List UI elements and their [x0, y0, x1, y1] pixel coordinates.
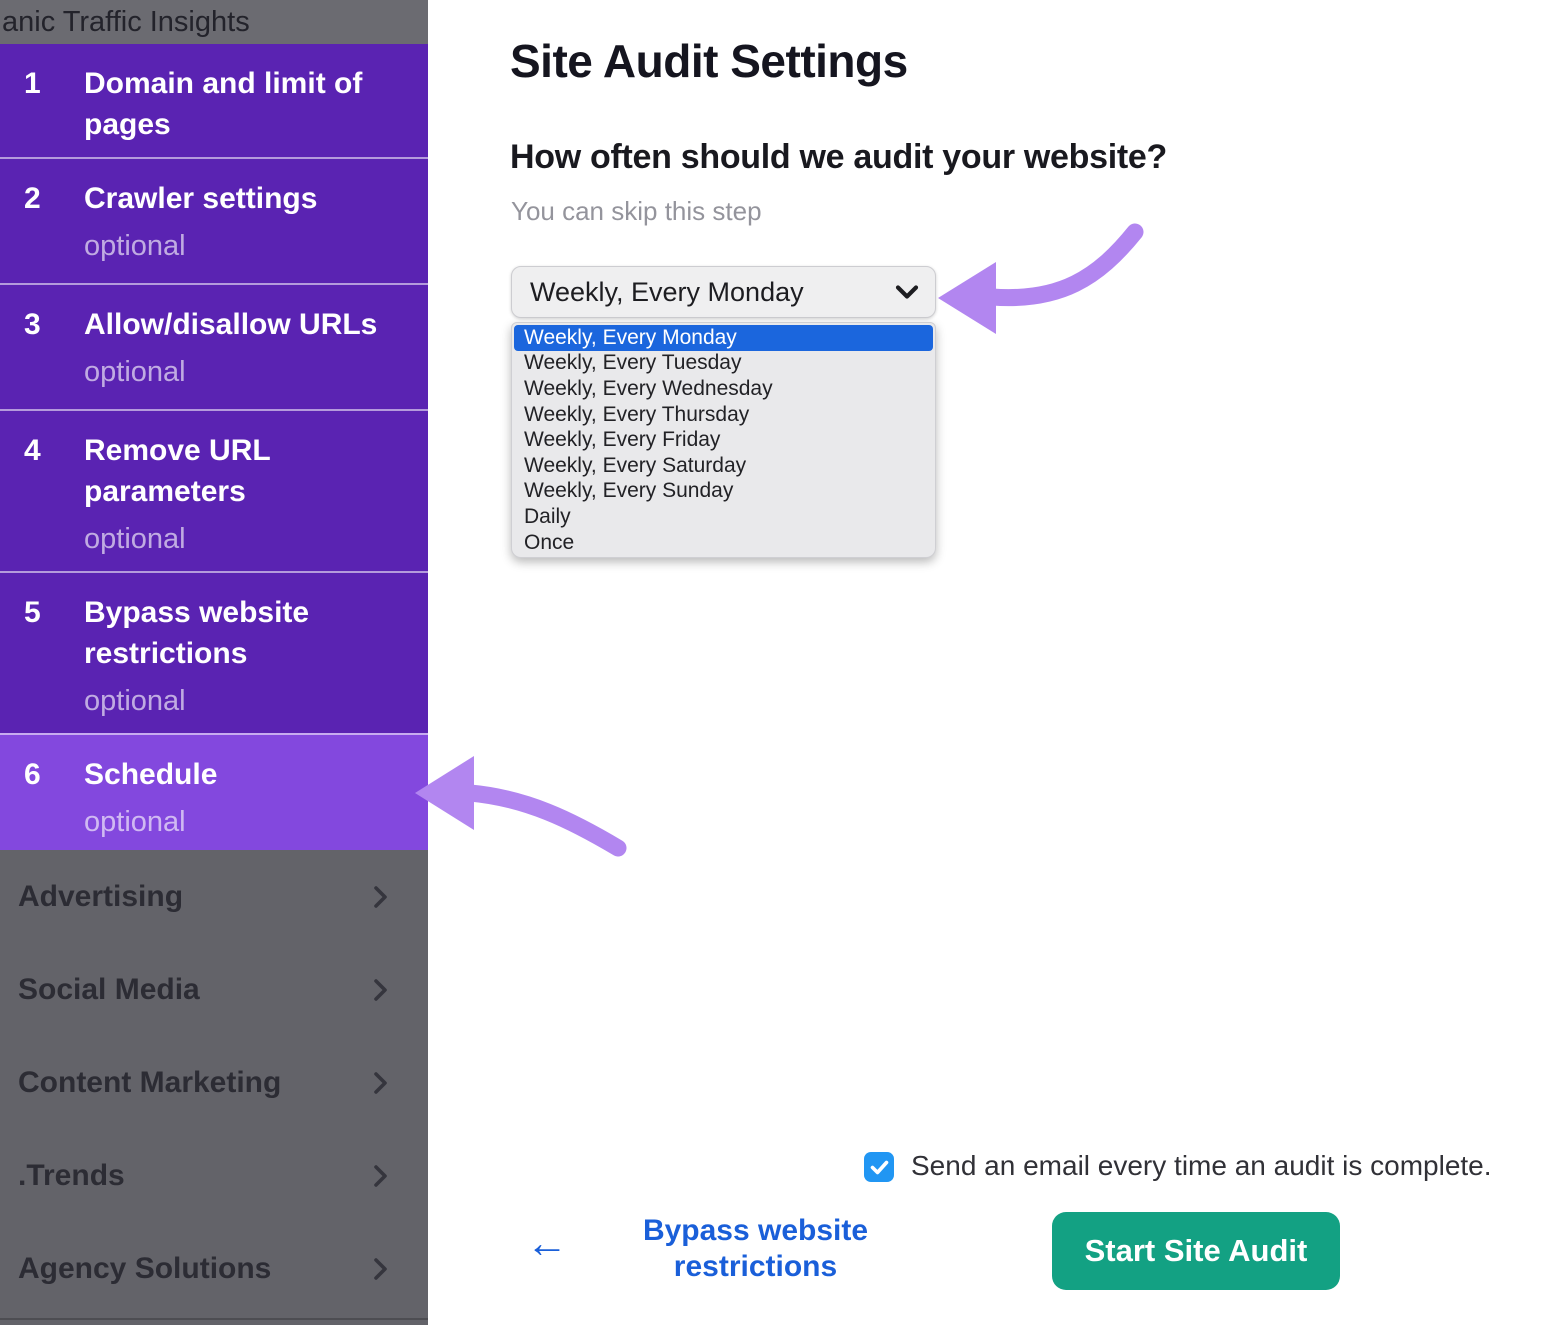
step-optional-label: optional — [84, 227, 317, 265]
page-title: Site Audit Settings — [510, 34, 908, 88]
checkmark-icon — [870, 1160, 889, 1175]
chevron-right-icon — [373, 978, 388, 1002]
start-site-audit-button[interactable]: Start Site Audit — [1052, 1212, 1340, 1290]
chevron-right-icon — [373, 885, 388, 909]
sidebar-item-agency-solutions[interactable]: Agency Solutions — [0, 1222, 428, 1315]
step-optional-label: optional — [84, 520, 384, 558]
dropdown-option[interactable]: Weekly, Every Wednesday — [514, 376, 933, 402]
step-number: 6 — [24, 754, 48, 795]
sidebar-item-social-media[interactable]: Social Media — [0, 943, 428, 1036]
menu-item-label: Agency Solutions — [18, 1252, 271, 1286]
step-number: 3 — [24, 304, 48, 345]
step-number: 5 — [24, 592, 48, 633]
step-optional-label: optional — [84, 803, 217, 841]
step-optional-label: optional — [84, 353, 377, 391]
dropdown-option[interactable]: Weekly, Every Tuesday — [514, 351, 933, 377]
schedule-select-value: Weekly, Every Monday — [530, 277, 804, 308]
step-number: 2 — [24, 178, 48, 219]
menu-item-label: Social Media — [18, 973, 200, 1007]
step-label: Schedule — [84, 754, 217, 795]
menu-item-label: Advertising — [18, 880, 183, 914]
sidebar-step-1[interactable]: 1 Domain and limit of pages — [0, 44, 428, 157]
wizard-steps-list: 1 Domain and limit of pages 2 Crawler setti… — [0, 44, 428, 850]
dropdown-option[interactable]: Once — [514, 530, 933, 556]
dropdown-option-selected[interactable]: Weekly, Every Monday — [514, 325, 933, 351]
step-number: 1 — [24, 63, 48, 104]
back-arrow-icon[interactable]: ← — [526, 1222, 568, 1264]
step-label: Allow/disallow URLs — [84, 304, 377, 345]
sidebar-step-2[interactable]: 2 Crawler settings optional — [0, 157, 428, 283]
step-label: Remove URL parameters — [84, 430, 384, 512]
dropdown-option[interactable]: Daily — [514, 504, 933, 530]
email-notification-checkbox[interactable] — [864, 1152, 894, 1182]
step-label: Bypass website restrictions — [84, 592, 384, 674]
sidebar-step-5[interactable]: 5 Bypass website restrictions optional — [0, 571, 428, 733]
bypass-website-restrictions-link[interactable]: Bypass website restrictions — [628, 1213, 883, 1285]
sidebar-header-title: anic Traffic Insights — [0, 0, 428, 44]
email-notification-label: Send an email every time an audit is com… — [911, 1150, 1492, 1182]
chevron-down-icon — [895, 285, 919, 300]
dropdown-option[interactable]: Weekly, Every Thursday — [514, 402, 933, 428]
chevron-right-icon — [373, 1257, 388, 1281]
dropdown-option[interactable]: Weekly, Every Sunday — [514, 479, 933, 505]
schedule-dropdown-menu: Weekly, Every MondayWeekly, Every Tuesda… — [511, 322, 936, 558]
sidebar-item-content-marketing[interactable]: Content Marketing — [0, 1036, 428, 1129]
menu-item-label: Content Marketing — [18, 1066, 281, 1100]
step-label: Crawler settings — [84, 178, 317, 219]
step-label: Domain and limit of pages — [84, 63, 384, 145]
sidebar-step-6-active[interactable]: 6 Schedule optional — [0, 733, 428, 850]
sidebar: anic Traffic Insights 1 Domain and limit … — [0, 0, 428, 1325]
sidebar-step-4[interactable]: 4 Remove URL parameters optional — [0, 409, 428, 571]
chevron-right-icon — [373, 1164, 388, 1188]
sidebar-step-3[interactable]: 3 Allow/disallow URLs optional — [0, 283, 428, 409]
schedule-question-heading: How often should we audit your website? — [510, 138, 1167, 177]
schedule-select[interactable]: Weekly, Every Monday — [511, 266, 936, 318]
sidebar-bottom-divider — [0, 1318, 428, 1320]
step-optional-label: optional — [84, 682, 384, 720]
menu-item-label: .Trends — [18, 1159, 125, 1193]
step-number: 4 — [24, 430, 48, 471]
sidebar-menu: Advertising Social Media Content Marketing… — [0, 850, 428, 1315]
dropdown-option[interactable]: Weekly, Every Saturday — [514, 453, 933, 479]
dropdown-option[interactable]: Weekly, Every Friday — [514, 427, 933, 453]
skip-step-note: You can skip this step — [511, 196, 762, 227]
chevron-right-icon — [373, 1071, 388, 1095]
sidebar-item-advertising[interactable]: Advertising — [0, 850, 428, 943]
email-notification-row: Send an email every time an audit is com… — [864, 1150, 1492, 1182]
site-audit-settings-panel: Site Audit Settings How often should we … — [428, 0, 1564, 1325]
sidebar-item-trends[interactable]: .Trends — [0, 1129, 428, 1222]
